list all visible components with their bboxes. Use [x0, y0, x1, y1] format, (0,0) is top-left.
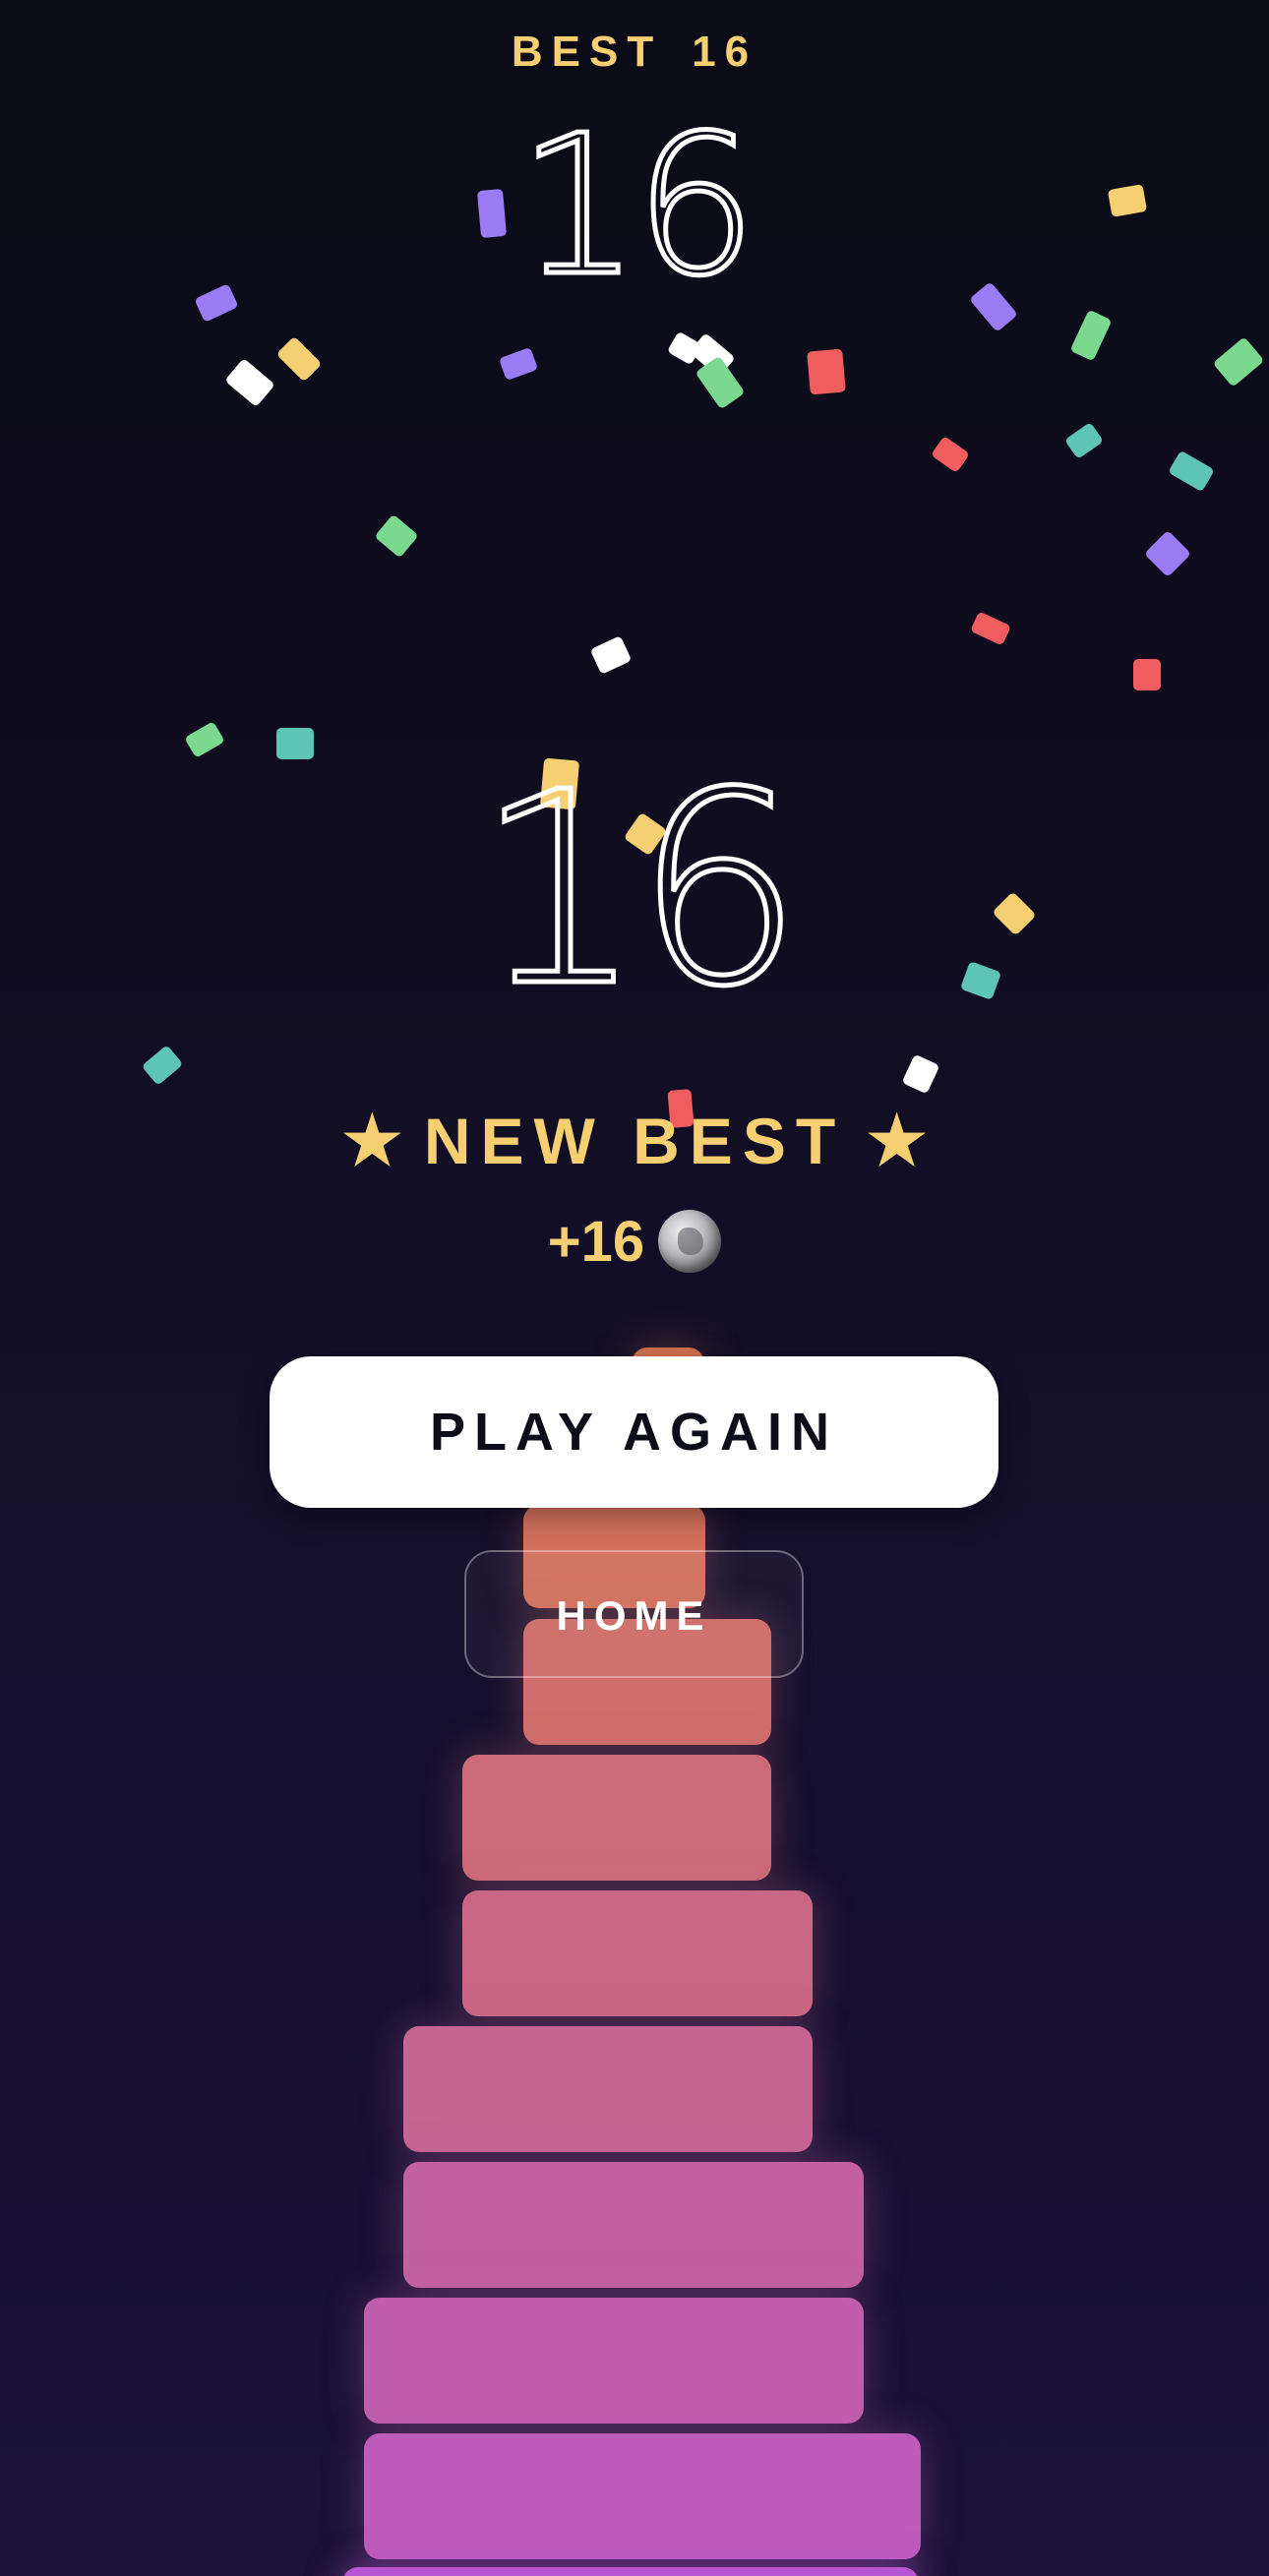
confetti-piece — [1069, 309, 1113, 362]
confetti-piece — [1133, 659, 1161, 690]
coin-reward-amount: +16 — [547, 1210, 645, 1274]
confetti-piece — [498, 346, 539, 382]
confetti-piece — [275, 335, 323, 383]
new-best-label: NEW BEST — [423, 1105, 846, 1177]
tower-block — [462, 1890, 813, 2016]
confetti-piece — [374, 513, 419, 559]
best-score-label: BEST 16 — [0, 28, 1269, 77]
home-button[interactable]: HOME — [464, 1550, 804, 1678]
star-icon: ★ — [341, 1104, 402, 1178]
new-best-banner: ★ NEW BEST ★ — [0, 1102, 1269, 1180]
confetti-piece — [1143, 529, 1192, 578]
game-over-screen: BEST 16 16 16 ★ NEW BEST ★ +16 PLAY AGAIN H… — [0, 0, 1269, 2576]
play-again-button[interactable]: PLAY AGAIN — [270, 1356, 998, 1508]
confetti-piece — [931, 435, 970, 474]
confetti-piece — [224, 358, 275, 407]
confetti-piece — [276, 728, 314, 759]
tower-block — [403, 2026, 813, 2152]
current-score-small: 16 — [515, 94, 759, 319]
tower-block — [342, 2569, 919, 2576]
confetti-piece — [1212, 336, 1265, 388]
confetti-piece — [184, 721, 225, 758]
tower-block — [364, 2433, 921, 2559]
tower-block — [364, 2298, 864, 2424]
confetti-piece — [970, 611, 1011, 646]
best-score-value: 16 — [692, 28, 758, 76]
tower-block — [462, 1755, 771, 1881]
confetti-piece — [807, 348, 846, 395]
confetti-piece — [589, 635, 633, 675]
tower-block — [403, 2162, 864, 2288]
coin-icon — [658, 1209, 722, 1273]
confetti-piece — [141, 1045, 184, 1086]
confetti-piece — [901, 1053, 940, 1095]
confetti-piece — [1064, 421, 1104, 460]
confetti-piece — [1168, 449, 1215, 493]
coin-reward: +16 — [0, 1208, 1269, 1277]
star-icon: ★ — [867, 1104, 928, 1178]
best-label-text: BEST — [511, 28, 663, 76]
final-score: 16 — [473, 735, 807, 1045]
